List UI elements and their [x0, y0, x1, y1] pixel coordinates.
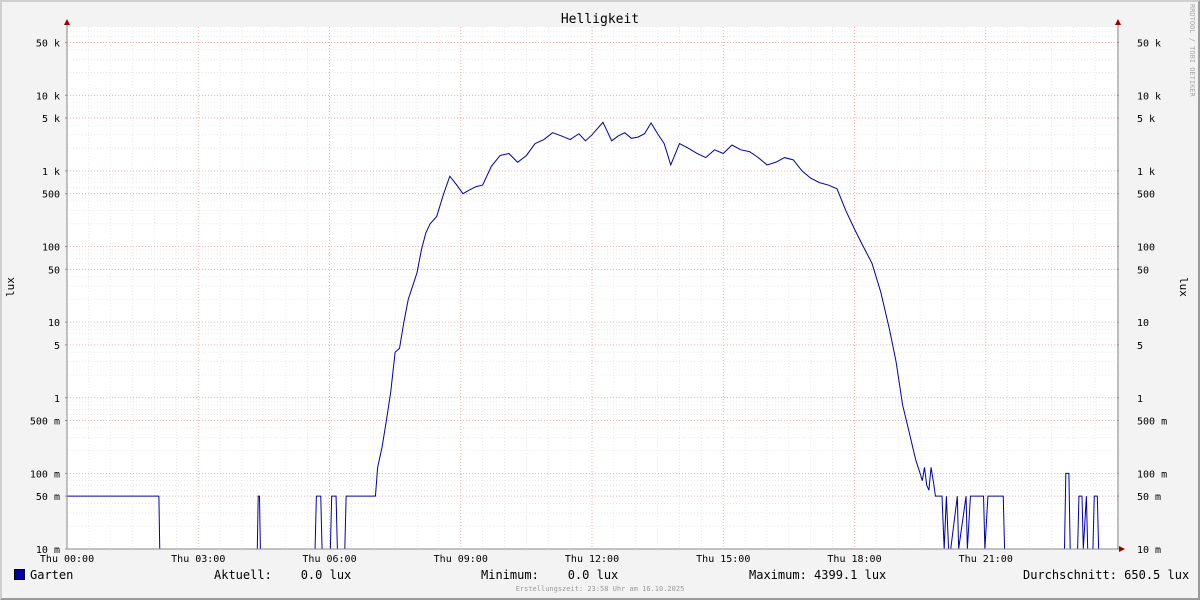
legend-swatch-garten: [14, 569, 25, 580]
legend-series-name: Garten: [30, 568, 74, 582]
legend-durchschnitt: Durchschnitt: 650.5 lux: [1023, 568, 1190, 582]
y-tick-label-right: 10 m: [1137, 545, 1161, 556]
y-axis-left-arrow: [64, 19, 70, 25]
y-tick-label-right: 1: [1137, 394, 1143, 405]
y-tick-label-left: 10: [48, 318, 60, 329]
y-tick-label-left: 5: [54, 341, 60, 352]
legend-aktuell: Aktuell: 0.0 lux: [214, 568, 352, 582]
y-tick-label-left: 1: [54, 394, 60, 405]
y-tick-label-left: 50: [48, 265, 60, 276]
y-tick-label-left: 100 m: [30, 469, 60, 480]
y-tick-label-right: 10: [1137, 318, 1149, 329]
y-tick-label-right: 1 k: [1137, 167, 1155, 178]
x-tick-label: Thu 09:00: [434, 554, 488, 565]
x-tick-label: Thu 00:00: [40, 554, 94, 565]
y-tick-label-right: 100: [1137, 243, 1155, 254]
y-tick-label-left: 10 k: [36, 91, 60, 102]
y-tick-label-left: 100: [42, 243, 60, 254]
y-tick-label-right: 50 m: [1137, 492, 1161, 503]
y-tick-label-left: 1 k: [42, 167, 60, 178]
x-tick-label: Thu 21:00: [959, 554, 1013, 565]
chart-title: Helligkeit: [561, 12, 639, 27]
y-tick-label-right: 5 k: [1137, 114, 1155, 125]
y-tick-label-right: 10 k: [1137, 91, 1161, 102]
legend-maximum: Maximum: 4399.1 lux: [749, 568, 887, 582]
y-axis-label-left: lux: [4, 277, 17, 297]
y-tick-label-right: 50: [1137, 265, 1149, 276]
y-tick-label-left: 50 m: [36, 492, 60, 503]
legend-minimum: Minimum: 0.0 lux: [481, 568, 619, 582]
y-axis-right-arrow: [1115, 19, 1121, 25]
x-axis-arrow: [1119, 546, 1125, 552]
chart-svg: 50 k 50 k 10 k 10 k 5 k 5 k 1 k 1 k 500 500 100 100…: [4, 12, 1190, 565]
y-tick-label-right: 500: [1137, 190, 1155, 201]
y-tick-label-left: 5 k: [42, 114, 60, 125]
y-tick-label-left: 50 k: [36, 38, 60, 49]
y-axis-label-right: lux: [1177, 277, 1190, 297]
x-tick-label: Thu 12:00: [565, 554, 619, 565]
watermark: RRDTOOL / TOBI OETIKER: [1188, 4, 1196, 97]
y-tick-label-left: 500: [42, 190, 60, 201]
footer-timestamp: Erstellungszeit: 23:58 Uhr am 16.10.2025: [515, 585, 685, 593]
y-tick-label-left: 500 m: [30, 417, 60, 428]
y-tick-label-right: 50 k: [1137, 38, 1161, 49]
y-tick-label-right: 5: [1137, 341, 1143, 352]
x-tick-label: Thu 18:00: [827, 554, 881, 565]
x-tick-label: Thu 03:00: [171, 554, 225, 565]
y-tick-label-right: 100 m: [1137, 469, 1167, 480]
x-tick-label: Thu 15:00: [696, 554, 750, 565]
x-tick-labels: Thu 00:00 Thu 03:00 Thu 06:00 Thu 09:00 Thu …: [40, 554, 1013, 565]
x-tick-label: Thu 06:00: [302, 554, 356, 565]
y-tick-label-right: 500 m: [1137, 417, 1167, 428]
grid: [65, 27, 1119, 550]
